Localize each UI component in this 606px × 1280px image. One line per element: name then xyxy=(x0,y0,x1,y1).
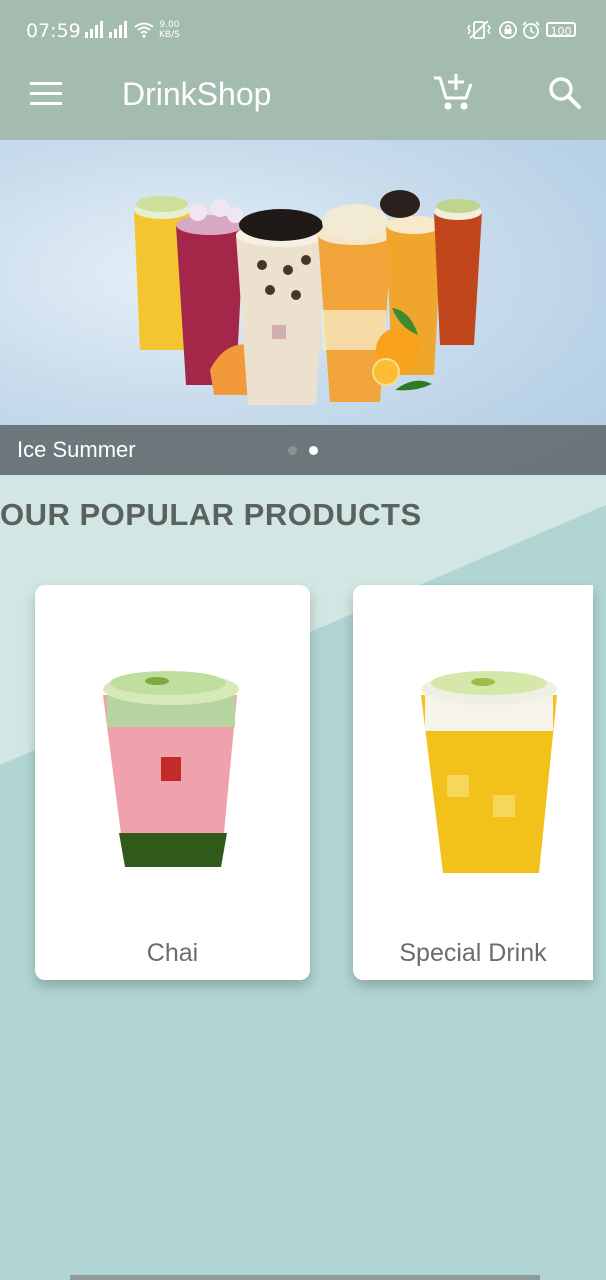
signal-icon xyxy=(109,21,127,38)
network-speed-value: 9.00 xyxy=(159,20,180,30)
drink-cup-milk-tea xyxy=(236,209,326,405)
product-image-special-drink xyxy=(421,671,557,873)
signal-icon xyxy=(85,21,103,38)
app-title: DrinkShop xyxy=(122,76,272,112)
product-card-chai[interactable]: Chai xyxy=(35,585,310,980)
cart-add-icon[interactable] xyxy=(432,72,474,112)
wifi-icon xyxy=(134,22,154,38)
slide-indicator-2[interactable] xyxy=(309,446,318,455)
slide-indicator-1[interactable] xyxy=(288,446,297,455)
network-speed-unit: KB/S xyxy=(159,30,180,40)
banner-image xyxy=(134,190,482,405)
menu-icon[interactable] xyxy=(30,82,64,106)
product-name: Chai xyxy=(146,939,199,967)
status-time: 07:59 xyxy=(26,20,81,42)
status-bar: 07:59 9.00 KB/S 100 xyxy=(0,0,606,60)
alarm-icon xyxy=(522,21,540,39)
product-name: Special Drink xyxy=(399,939,547,967)
section-title: OUR POPULAR PRODUCTS xyxy=(0,497,422,532)
search-icon[interactable] xyxy=(547,75,583,111)
product-image-chai xyxy=(103,671,239,867)
lock-rotation-icon xyxy=(499,21,517,39)
banner-caption: Ice Summer xyxy=(17,437,136,462)
product-card-special-drink[interactable]: Special Drink xyxy=(353,585,593,980)
app-bar: DrinkShop xyxy=(0,60,606,140)
popular-products-section: OUR POPULAR PRODUCTS Chai Special Drink xyxy=(0,475,606,1280)
system-nav-hint xyxy=(70,1275,540,1280)
battery-icon: 100 xyxy=(546,22,576,38)
banner-caption-bar: Ice Summer xyxy=(0,425,606,475)
network-speed: 9.00 KB/S xyxy=(159,20,180,40)
vibrate-icon xyxy=(467,20,491,39)
drink-cup-black-tea xyxy=(434,199,482,345)
banner-slider[interactable]: Ice Summer xyxy=(0,140,606,475)
